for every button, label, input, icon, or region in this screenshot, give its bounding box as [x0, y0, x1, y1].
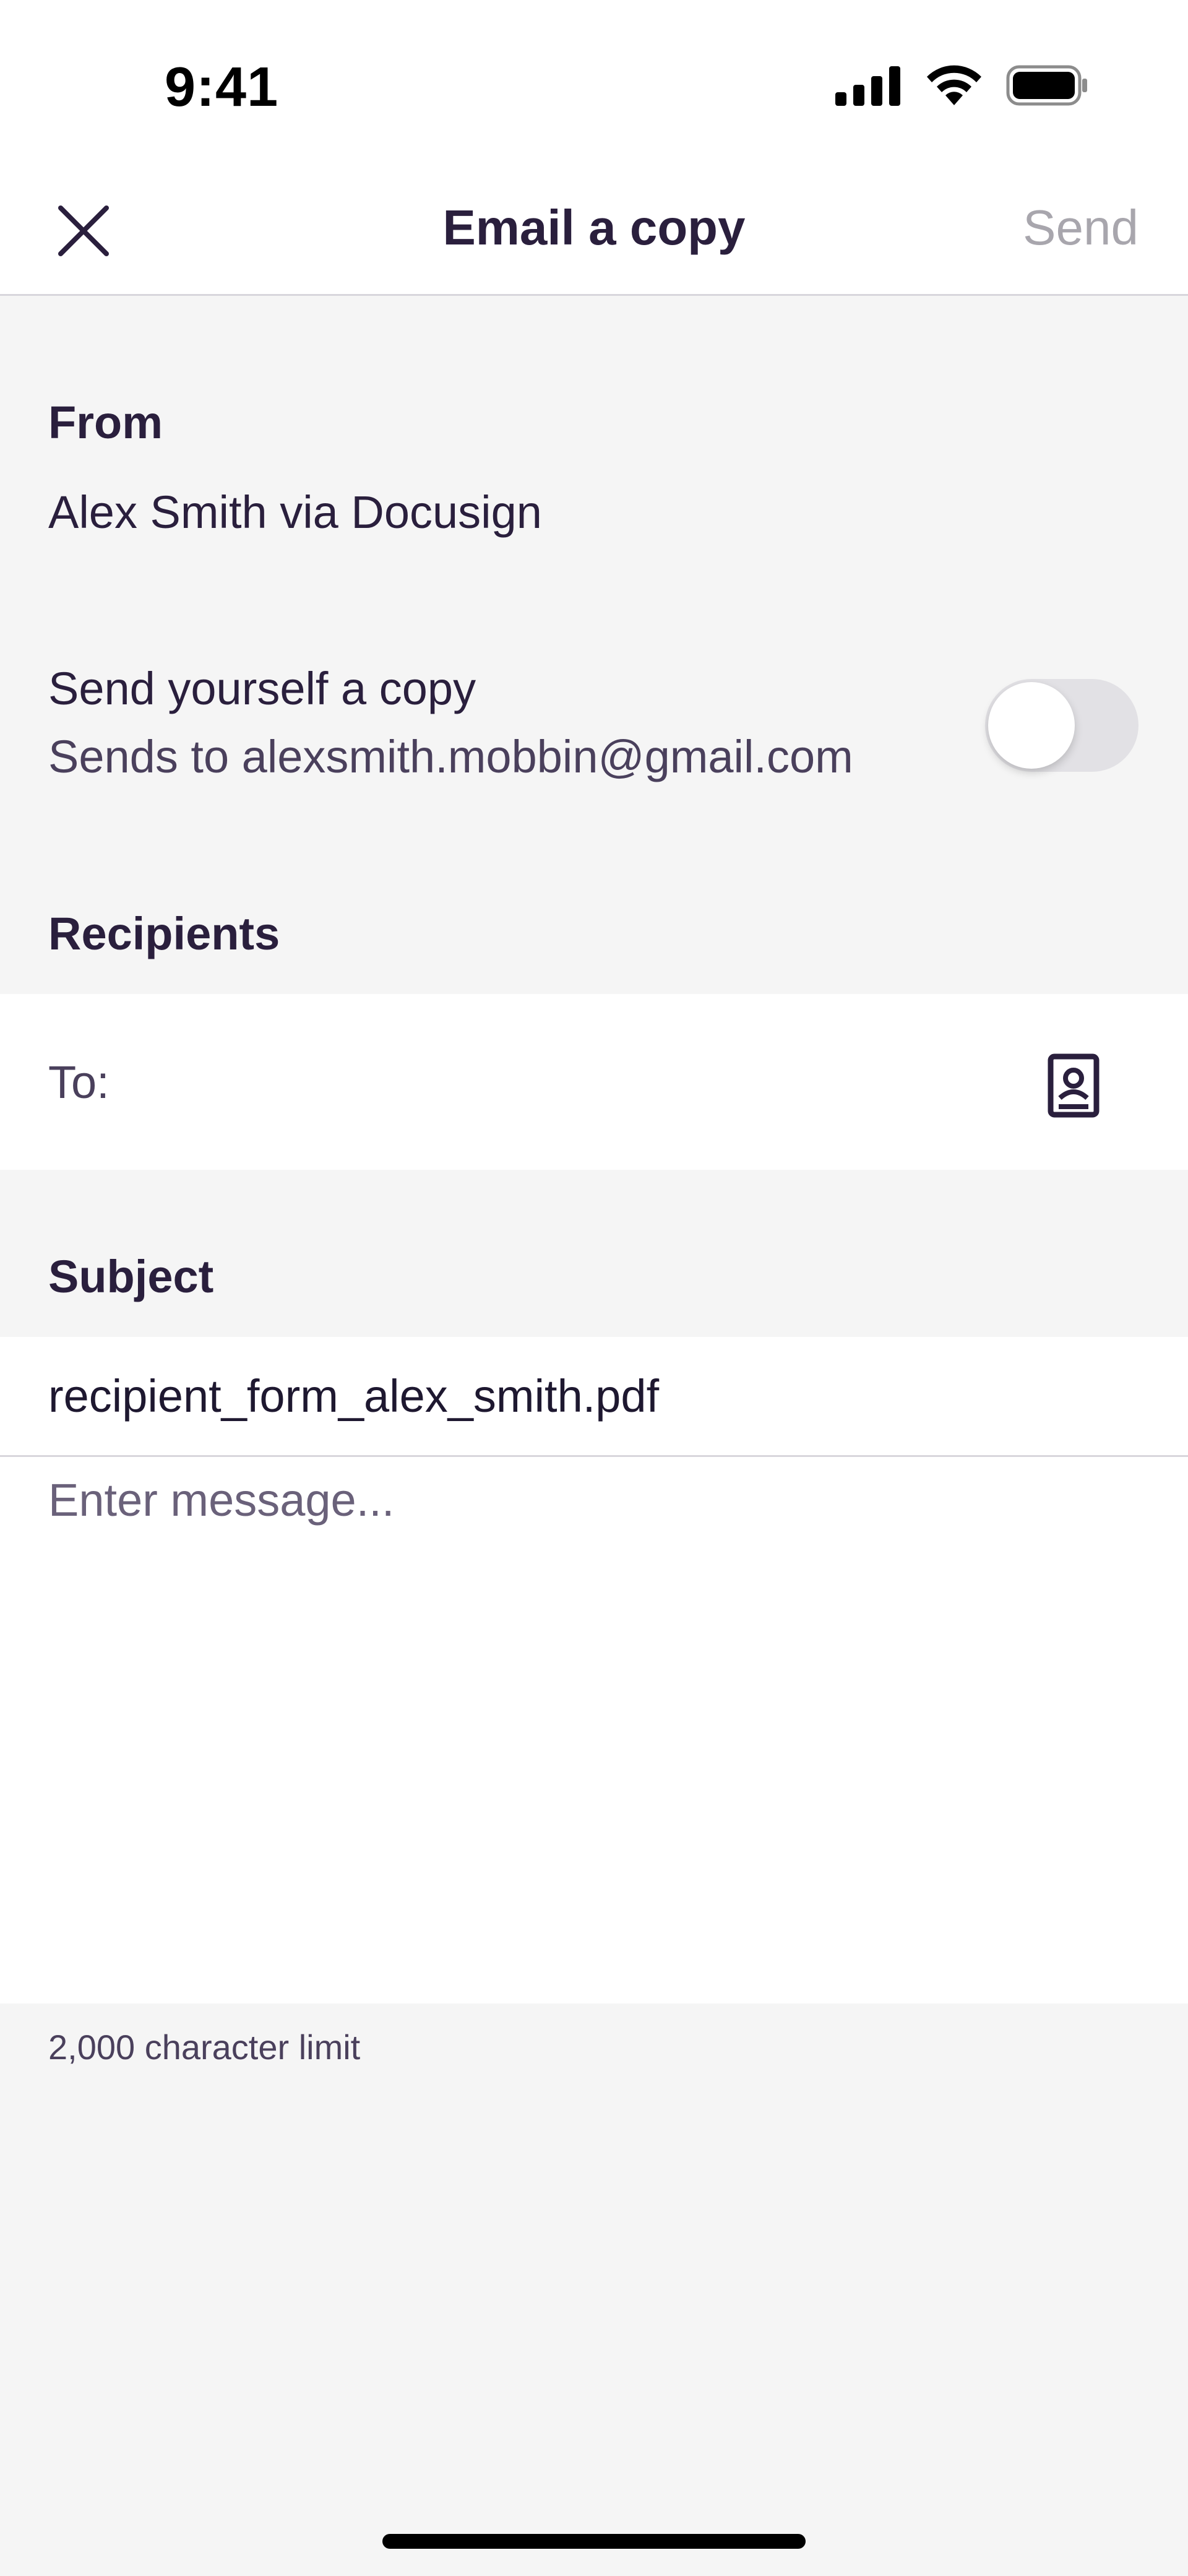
toggle-knob: [988, 682, 1075, 769]
status-icons: [835, 65, 1089, 108]
wifi-icon: [924, 64, 984, 110]
subject-input[interactable]: [0, 1337, 1188, 1457]
nav-bar: Email a copy Send: [0, 161, 1188, 296]
subject-label: Subject: [48, 1251, 214, 1302]
battery-icon: [1006, 65, 1089, 109]
send-button[interactable]: Send: [1023, 199, 1138, 256]
contacts-button[interactable]: [1046, 1053, 1101, 1121]
from-label: From: [48, 397, 163, 448]
character-limit-note: 2,000 character limit: [48, 2028, 361, 2067]
recipients-row[interactable]: To:: [0, 994, 1188, 1170]
contact-book-icon: [1048, 1053, 1100, 1121]
recipients-label: Recipients: [48, 908, 280, 959]
self-copy-toggle[interactable]: [985, 679, 1138, 772]
self-copy-detail: Sends to alexsmith.mobbin@gmail.com: [48, 731, 853, 782]
page-title: Email a copy: [442, 200, 746, 255]
home-indicator[interactable]: [382, 2534, 806, 2549]
cellular-signal-icon: [835, 65, 902, 109]
from-value: Alex Smith via Docusign: [48, 486, 542, 538]
status-time: 9:41: [165, 56, 279, 118]
message-input[interactable]: [0, 1459, 1188, 2003]
subject-message-card: [0, 1337, 1188, 2003]
status-bar: 9:41: [0, 0, 1188, 161]
self-copy-label: Send yourself a copy: [48, 663, 476, 714]
to-label: To:: [48, 1057, 110, 1108]
